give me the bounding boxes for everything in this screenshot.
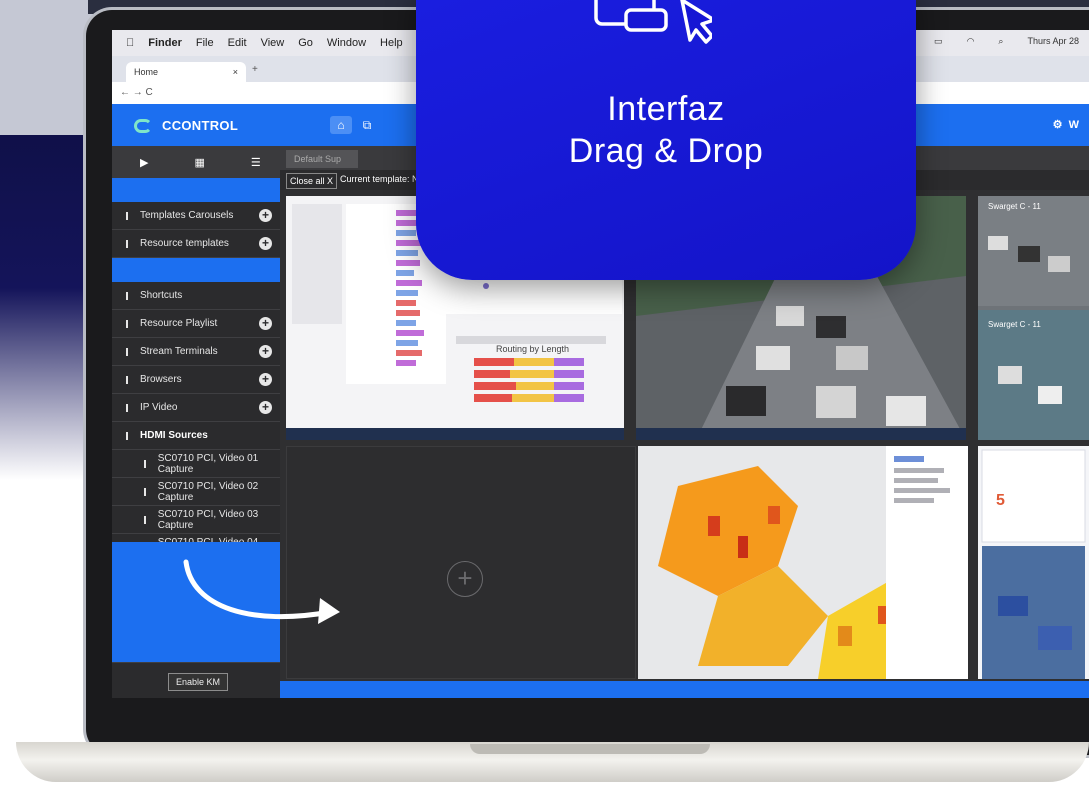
add-icon[interactable]: + [259,401,272,414]
tab-title: Home [134,67,159,77]
add-icon[interactable]: + [259,237,272,250]
grid-icon[interactable]: ▦ [194,156,204,169]
browser-tab[interactable]: Home × [126,62,246,82]
add-source-icon[interactable]: + [447,561,483,597]
menubar-clock: Thurs Apr 28 [1027,36,1079,46]
wall-bottom-bar [280,681,1089,698]
close-all-button[interactable]: Close all X [286,173,338,189]
menu-go[interactable]: Go [298,37,313,49]
menubar-status: ▭ ◠ ⌕ Thurs Apr 28 [920,36,1079,47]
battery-icon: ▭ [934,36,943,46]
badge-title: Interfaz Drag & Drop [416,88,916,172]
sidebar-item-shortcuts[interactable]: Shortcuts [112,282,280,310]
sidebar-section-header[interactable] [112,258,280,282]
sidebar-item-browsers[interactable]: Browsers + [112,366,280,394]
menu-icon[interactable]: ☰ [251,156,261,169]
laptop-notch [470,744,710,754]
tab-close-icon[interactable]: × [233,67,238,77]
sidebar-item-resource-templates[interactable]: Resource templates + [112,230,280,258]
windows-button[interactable]: ⧉ [356,116,378,134]
camera-label: Swarget C - 11 [988,320,1041,329]
sidebar-item-ip-video[interactable]: IP Video + [112,394,280,422]
header-user[interactable]: ⚙ W [1053,118,1079,131]
dashboard-subtitle: Routing by Length [496,344,570,354]
sidebar-section-header[interactable] [112,178,280,202]
traffic-camera-graphic [978,196,1089,440]
sidebar-subitem-video-03[interactable]: SC0710 PCI, Video 03 Capture [112,506,280,534]
tab-default-sup[interactable]: Default Sup [286,150,358,168]
menu-edit[interactable]: Edit [228,37,247,49]
badge-line-1: Interfaz [607,90,725,128]
tile-stats[interactable]: 5 [978,446,1089,679]
drag-arrow-icon [183,559,340,624]
play-icon[interactable]: ▶ [140,156,148,169]
menu-file[interactable]: File [196,37,214,49]
wifi-icon: ◠ [966,36,975,46]
apple-icon[interactable]:  [126,37,134,49]
drag-cursor-icon [594,0,712,44]
city-map-graphic [638,446,968,679]
add-icon[interactable]: + [259,373,272,386]
menu-help[interactable]: Help [380,37,403,49]
sidebar-item-templates-carousels[interactable]: Templates Carousels + [112,202,280,230]
logo-mark-icon [134,118,152,133]
sidebar-item-resource-playlist[interactable]: Resource Playlist + [112,310,280,338]
tile-city-map[interactable] [638,446,968,679]
new-tab-icon[interactable]: + [252,64,258,75]
drag-drop-badge: Interfaz Drag & Drop [416,0,916,280]
add-icon[interactable]: + [259,345,272,358]
sidebar-toolbar: ▶ ▦ ☰ [112,146,280,178]
current-template: Current template: No [340,174,424,184]
ccontrol-logo: CCONTROL [134,118,238,133]
nav-buttons[interactable]: ← → C [120,87,153,98]
menu-window[interactable]: Window [327,37,366,49]
sidebar-item-stream-terminals[interactable]: Stream Terminals + [112,338,280,366]
enable-km-button[interactable]: Enable KM [168,673,228,691]
stat-number: 5 [996,492,1005,509]
badge-line-2: Drag & Drop [568,132,764,170]
sidebar-subitem-video-02[interactable]: SC0710 PCI, Video 02 Capture [112,478,280,506]
home-button[interactable]: ⌂ [330,116,352,134]
sidebar-subitem-video-01[interactable]: SC0710 PCI, Video 01 Capture [112,450,280,478]
tile-traffic-camera[interactable]: Swarget C - 11 Swarget C - 11 [978,196,1089,440]
sidebar-footer: Enable KM [112,662,280,698]
logo-text: CCONTROL [162,118,239,133]
menu-view[interactable]: View [261,37,285,49]
search-icon[interactable]: ⌕ [998,36,1003,47]
camera-label: Swarget C - 11 [988,202,1041,211]
sidebar-item-hdmi-sources[interactable]: HDMI Sources [112,422,280,450]
menu-app[interactable]: Finder [148,37,182,49]
add-icon[interactable]: + [259,209,272,222]
add-icon[interactable]: + [259,317,272,330]
stats-graphic [981,449,1086,679]
